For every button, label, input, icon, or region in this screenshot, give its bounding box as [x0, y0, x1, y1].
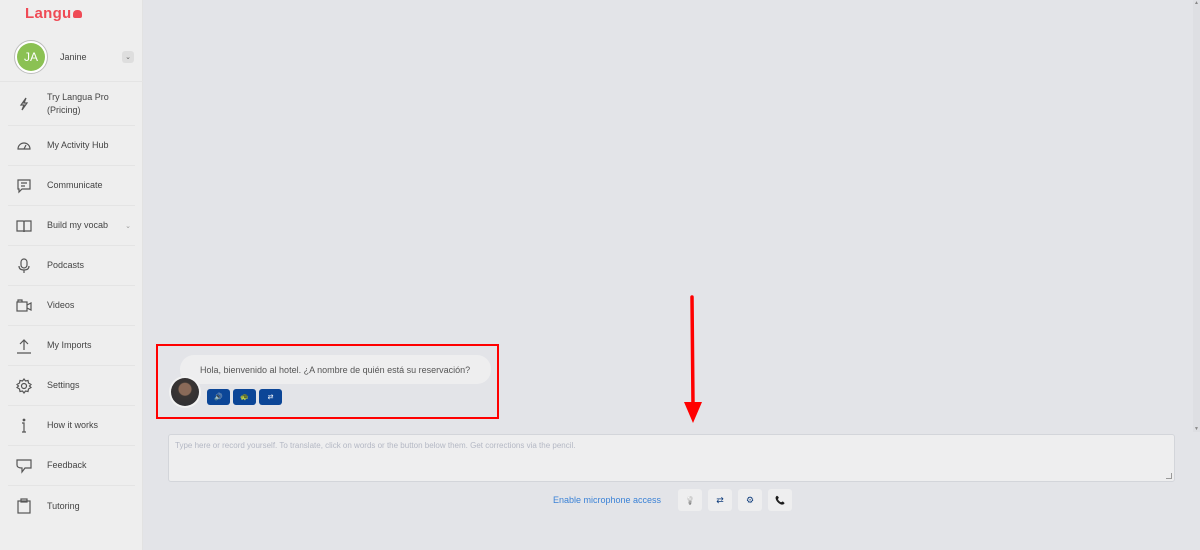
sidebar-item-label: Build my vocab — [47, 220, 109, 230]
chevron-down-icon[interactable]: ⌄ — [122, 51, 134, 63]
sidebar-item-tutoring[interactable]: Tutoring — [8, 486, 135, 526]
hint-button[interactable]: 💡 — [678, 489, 703, 511]
message-input-placeholder: Type here or record yourself. To transla… — [175, 441, 576, 450]
composer-toolbar: Enable microphone access 💡 ⇄ ⚙ 📞 — [553, 489, 798, 511]
sidebar: Langu JA Janine ⌄ Try Langua Pro (Pricin… — [0, 0, 143, 550]
sidebar-item-label: Settings — [47, 380, 80, 390]
feedback-bubble-icon — [16, 458, 32, 474]
sidebar-item-build-vocab[interactable]: Build my vocab ⌄ — [8, 206, 135, 246]
sidebar-item-communicate[interactable]: Communicate — [8, 166, 135, 206]
logo-text: Langu — [25, 5, 72, 22]
sidebar-item-imports[interactable]: My Imports — [8, 326, 135, 366]
sidebar-item-label: Videos — [47, 300, 75, 310]
sidebar-nav: Try Langua Pro (Pricing) My Activity Hub… — [0, 82, 143, 526]
sidebar-item-label: Tutoring — [47, 500, 80, 511]
settings-button[interactable]: ⚙ — [738, 489, 763, 511]
chat-scrollbar[interactable]: ▲ ▼ — [1193, 0, 1200, 432]
translate-button[interactable]: ⇄ — [708, 489, 733, 511]
video-camera-icon — [16, 298, 32, 314]
turtle-icon: 🐢 — [240, 394, 249, 401]
book-icon — [16, 218, 32, 234]
arrow-head — [684, 402, 702, 423]
upload-icon — [16, 338, 32, 354]
translate-message-button[interactable]: ⇄ — [259, 389, 282, 405]
avatar: JA — [17, 43, 45, 71]
gear-icon — [16, 377, 32, 394]
chat-message-text[interactable]: Hola, bienvenido al hotel. ¿A nombre de … — [200, 365, 470, 375]
sidebar-item-label: How it works — [47, 420, 99, 430]
logo-speech-a-icon — [72, 10, 82, 18]
langua-logo[interactable]: Langu — [25, 5, 82, 22]
sidebar-item-label: Try Langua Pro (Pricing) — [47, 91, 109, 115]
microphone-icon — [16, 257, 32, 274]
sidebar-item-label: My Imports — [47, 340, 92, 350]
user-menu[interactable]: JA Janine ⌄ — [0, 36, 143, 82]
user-avatar-ring: JA — [14, 40, 48, 74]
bot-avatar-photo — [171, 378, 199, 406]
scroll-down-icon[interactable]: ▼ — [1194, 426, 1199, 432]
chat-message-icon — [16, 178, 32, 194]
sidebar-item-label: Communicate — [47, 180, 103, 190]
sidebar-item-feedback[interactable]: Feedback — [8, 446, 135, 486]
slow-audio-button[interactable]: 🐢 — [233, 389, 256, 405]
sidebar-item-activity-hub[interactable]: My Activity Hub — [8, 126, 135, 166]
message-input[interactable]: Type here or record yourself. To transla… — [168, 434, 1175, 482]
phone-icon: 📞 — [775, 495, 786, 505]
sidebar-item-settings[interactable]: Settings — [8, 366, 135, 406]
chevron-down-icon[interactable]: ⌄ — [125, 222, 131, 230]
sidebar-item-podcasts[interactable]: Podcasts — [8, 246, 135, 286]
sidebar-item-how-it-works[interactable]: How it works — [8, 406, 135, 446]
sidebar-item-label: Podcasts — [47, 260, 85, 270]
scroll-up-icon[interactable]: ▲ — [1194, 0, 1199, 6]
sidebar-item-pricing[interactable]: Try Langua Pro (Pricing) — [8, 82, 135, 126]
enable-microphone-link[interactable]: Enable microphone access — [553, 495, 661, 505]
speaker-icon: 🔊 — [214, 394, 223, 401]
sidebar-item-label: My Activity Hub — [47, 140, 109, 150]
chat-bubble[interactable]: Hola, bienvenido al hotel. ¿A nombre de … — [180, 355, 491, 384]
user-name: Janine — [60, 52, 87, 62]
play-audio-button[interactable]: 🔊 — [207, 389, 230, 405]
call-button[interactable]: 📞 — [768, 489, 793, 511]
resize-handle-icon[interactable] — [1166, 473, 1172, 479]
bot-avatar — [169, 376, 201, 408]
gear-icon: ⚙ — [746, 494, 755, 505]
arrow-annotation — [684, 295, 702, 423]
lightning-icon — [16, 96, 32, 112]
message-actions: 🔊 🐢 ⇄ — [207, 389, 282, 405]
arrow-shaft — [690, 295, 695, 406]
sidebar-item-videos[interactable]: Videos — [8, 286, 135, 326]
dashboard-gauge-icon — [16, 138, 32, 154]
info-icon — [16, 418, 32, 434]
sidebar-item-label: Feedback — [47, 460, 87, 470]
translate-icon: ⇄ — [716, 494, 724, 505]
lightbulb-icon: 💡 — [685, 495, 696, 505]
translate-icon: ⇄ — [267, 394, 274, 401]
clipboard-icon — [16, 498, 32, 514]
